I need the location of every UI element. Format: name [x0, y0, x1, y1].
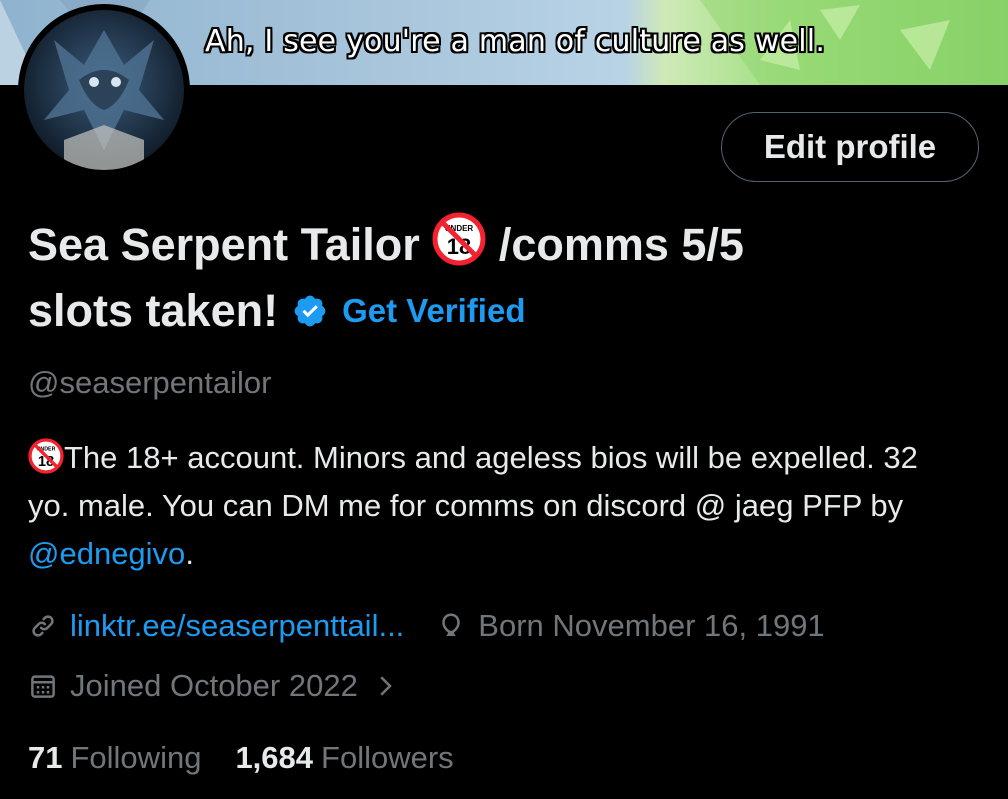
link-icon	[32, 615, 54, 637]
joined-text: Joined October 2022	[70, 668, 358, 703]
under-18-icon: UNDER 18	[432, 212, 486, 266]
chevron-right-icon[interactable]	[370, 671, 400, 701]
verified-badge-icon[interactable]	[292, 293, 328, 329]
display-name-part3: slots taken!	[28, 285, 279, 336]
avatar-image	[24, 10, 184, 170]
calendar-icon	[31, 675, 55, 698]
following-label: Following	[70, 740, 202, 775]
bio: UNDER 18 The 18+ account. Minors and age…	[28, 434, 948, 578]
profile-meta-row: linktr.ee/seaserpenttail... Born Novembe…	[28, 608, 825, 644]
bio-text: The 18+ account. Minors and ageless bios…	[28, 440, 918, 523]
joined-item: Joined October 2022	[28, 668, 358, 704]
following-count: 71	[28, 740, 63, 775]
get-verified-link[interactable]: Get Verified	[342, 278, 525, 344]
joined-row: Joined October 2022	[28, 668, 400, 704]
balloon-icon	[442, 613, 461, 636]
bio-end: .	[185, 536, 194, 571]
bio-mention-link[interactable]: @ednegivo	[28, 536, 185, 571]
avatar[interactable]	[18, 4, 190, 176]
under-18-icon: UNDER 18	[28, 438, 64, 474]
banner-caption: Ah, I see you're a man of culture as wel…	[205, 24, 826, 59]
display-name-part2: /comms 5/5	[486, 219, 744, 270]
website-link[interactable]: linktr.ee/seaserpenttail...	[70, 608, 404, 644]
display-name-part1: Sea Serpent Tailor	[28, 219, 420, 270]
followers-count: 1,684	[235, 740, 314, 775]
website-item[interactable]: linktr.ee/seaserpenttail...	[28, 608, 404, 644]
follow-stats: 71 Following 1,684 Followers	[28, 740, 488, 776]
display-name: Sea Serpent Tailor UNDER 18 /comms 5/5 s…	[28, 212, 928, 344]
followers-link[interactable]: 1,684 Followers	[235, 740, 453, 776]
handle: @seaserpentailor	[28, 365, 272, 400]
following-link[interactable]: 71 Following	[28, 740, 201, 776]
birthday-item: Born November 16, 1991	[436, 608, 825, 644]
birthday-text: Born November 16, 1991	[478, 608, 825, 643]
followers-label: Followers	[321, 740, 454, 775]
edit-profile-button[interactable]: Edit profile	[721, 112, 979, 182]
